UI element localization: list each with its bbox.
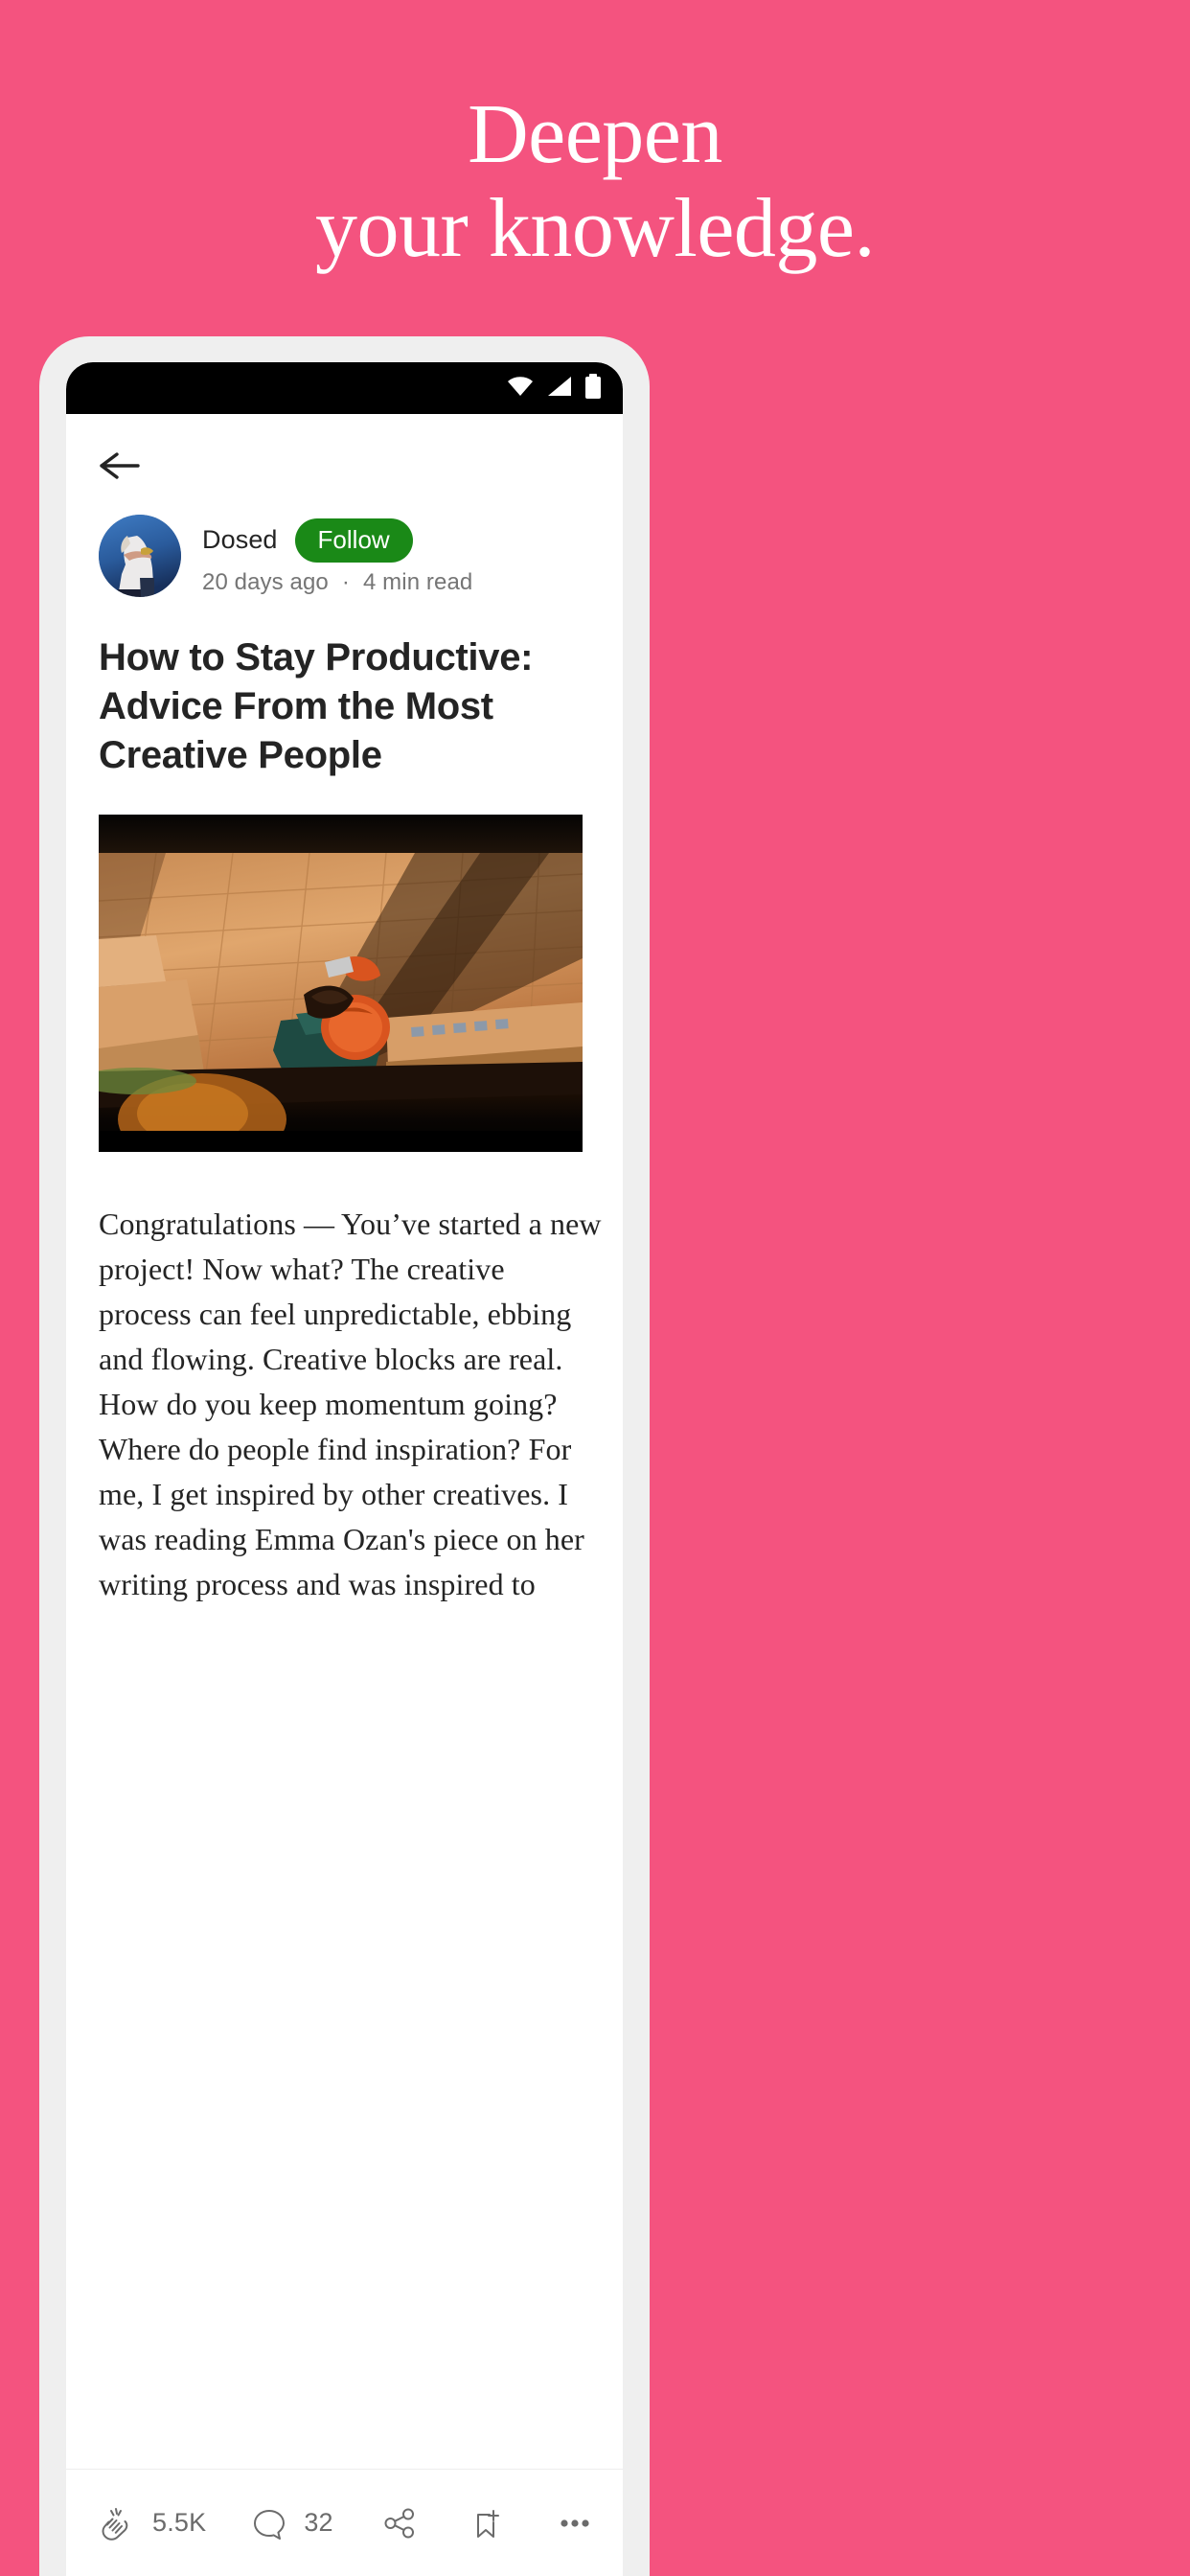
battery-icon: [584, 373, 602, 403]
article-hero-image: [99, 815, 583, 1152]
article-body: Congratulations — You’ve started a new p…: [99, 1207, 602, 1601]
bookmark-add-icon[interactable]: [465, 2502, 507, 2544]
wifi-icon: [506, 375, 535, 402]
phone-mockup: Dosed Follow 20 days ago · 4 min read How …: [39, 336, 650, 2576]
peek-card-top: [638, 977, 650, 1072]
article-action-toolbar: 5.5K 32: [66, 2469, 623, 2576]
comment-icon[interactable]: [248, 2502, 290, 2544]
avatar[interactable]: [99, 515, 181, 597]
hero-headline-line-2: your knowledge.: [315, 182, 875, 275]
meta-separator: ·: [341, 568, 350, 595]
hero-headline-line-1: Deepen: [468, 88, 722, 181]
article-meta-line: 20 days ago · 4 min read: [202, 569, 472, 596]
hero-banner: Deepen your knowledge.: [0, 0, 1190, 335]
article-title: How to Stay Productive: Advice From the …: [99, 636, 534, 776]
author-meta: Dosed Follow 20 days ago · 4 min read: [202, 517, 472, 596]
nav-back-row: [66, 414, 623, 486]
author-row: Dosed Follow 20 days ago · 4 min read: [66, 486, 623, 597]
article-screen: Dosed Follow 20 days ago · 4 min read How …: [66, 414, 623, 2576]
follow-button[interactable]: Follow: [294, 518, 413, 563]
peek-card-bottom: [638, 1146, 650, 1319]
back-arrow-icon[interactable]: [99, 450, 623, 486]
share-icon[interactable]: [378, 2502, 421, 2544]
status-bar: [66, 362, 623, 414]
comment-count: 32: [304, 2508, 333, 2537]
author-name[interactable]: Dosed: [202, 525, 278, 555]
author-top-row: Dosed Follow: [202, 518, 472, 563]
clap-icon[interactable]: [93, 2500, 139, 2546]
clap-group[interactable]: 5.5K: [93, 2500, 206, 2546]
clap-count: 5.5K: [152, 2508, 207, 2537]
more-horizontal-icon[interactable]: [552, 2502, 598, 2544]
published-date: 20 days ago: [202, 568, 329, 595]
signal-icon: [546, 375, 573, 402]
comment-group[interactable]: 32: [248, 2502, 333, 2544]
read-time: 4 min read: [362, 568, 473, 595]
phone-screen: Dosed Follow 20 days ago · 4 min read How …: [66, 362, 623, 2576]
